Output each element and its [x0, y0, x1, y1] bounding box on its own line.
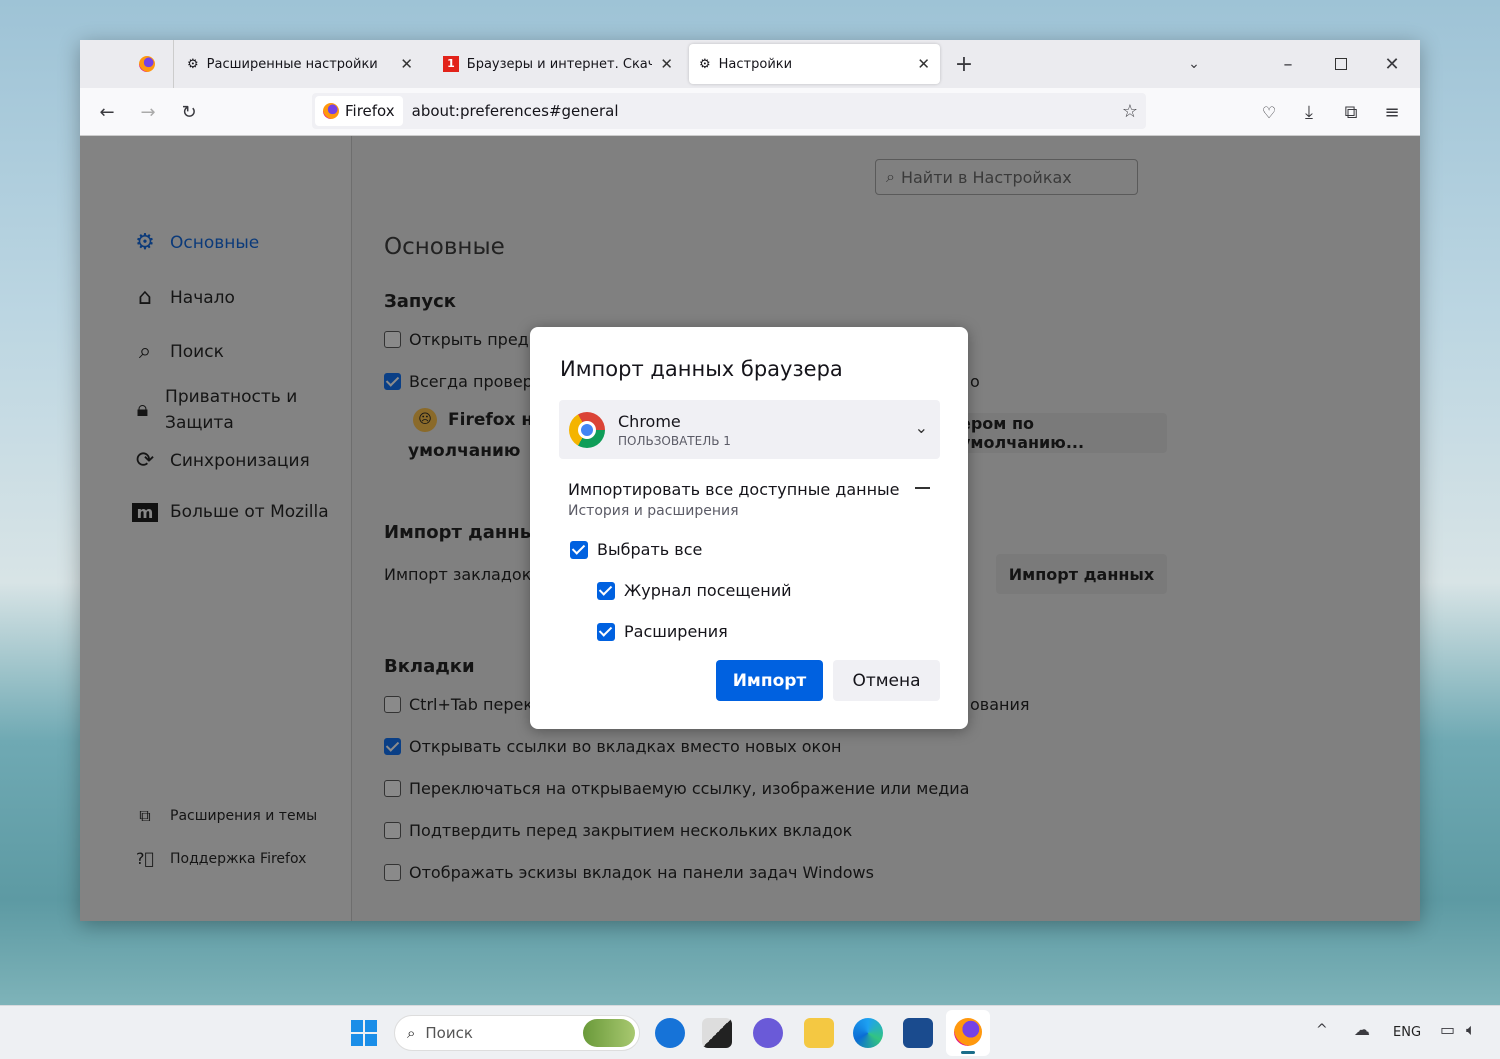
import-dialog: Импорт данных браузера Chrome ПОЛЬЗОВАТЕ… — [530, 327, 968, 729]
download-icon[interactable]: ⤓ — [1297, 100, 1321, 124]
select-all-checkbox[interactable]: Выбрать все — [570, 540, 702, 559]
minimize-icon[interactable]: – — [1276, 52, 1300, 76]
tabs-heading: Вкладки — [384, 656, 475, 677]
tab-advanced-settings[interactable]: ⚙ Расширенные настройки ✕ — [177, 44, 423, 84]
url-bar[interactable]: Firefox about:preferences#general ☆ — [312, 93, 1146, 129]
search-highlight-image — [583, 1019, 635, 1047]
import-button[interactable]: Импорт — [716, 660, 823, 701]
gear-icon: ⚙ — [699, 56, 711, 72]
switch-to-tab-checkbox[interactable]: Переключаться на открываемую ссылку, изо… — [384, 779, 969, 798]
nav-toolbar: ← → ↻ Firefox about:preferences#general … — [80, 88, 1420, 136]
sidebar-item-mozilla[interactable]: m Больше от Mozilla — [132, 502, 329, 522]
collapse-icon[interactable] — [915, 487, 930, 489]
sidebar-item-search[interactable]: ⌕ Поиск — [132, 339, 224, 364]
settings-search-input[interactable]: ⌕ Найти в Настройках — [875, 159, 1138, 195]
gear-icon: ⚙ — [135, 230, 155, 255]
back-icon[interactable]: ← — [95, 100, 119, 124]
network-icon[interactable]: ▭ — [1440, 1020, 1455, 1039]
taskbar: ⌕ Поиск ^ ☁ ENG ▭ 🔈︎ — [0, 1005, 1500, 1059]
language-indicator[interactable]: ENG — [1393, 1025, 1421, 1040]
sidebar-item-privacy[interactable]: 🔒︎ Приватность и Защита — [132, 384, 332, 436]
menu-icon[interactable]: ≡ — [1380, 100, 1404, 124]
firefox-icon — [954, 1018, 982, 1046]
gear-icon: ⚙ — [187, 56, 199, 72]
help-icon: ?⃝ — [135, 849, 155, 868]
taskbar-search[interactable]: ⌕ Поиск — [394, 1015, 640, 1051]
open-links-in-tabs-checkbox[interactable]: Открывать ссылки во вкладках вместо новы… — [384, 737, 841, 756]
close-tab-icon[interactable]: ✕ — [400, 55, 413, 73]
chevron-down-icon: ⌄ — [914, 418, 928, 437]
sync-icon: ⟳ — [135, 448, 155, 473]
search-icon: ⌕ — [407, 1024, 416, 1042]
chrome-icon — [569, 412, 605, 448]
reload-icon[interactable]: ↻ — [177, 100, 201, 124]
cancel-button[interactable]: Отмена — [833, 660, 940, 701]
onedrive-icon[interactable]: ☁ — [1354, 1020, 1370, 1039]
tab-strip: ⚙ Расширенные настройки ✕ 1 Браузеры и и… — [80, 40, 1420, 88]
close-tab-icon[interactable]: ✕ — [917, 55, 930, 73]
url-text[interactable]: about:preferences#general — [412, 102, 619, 120]
edge-icon[interactable] — [853, 1018, 883, 1048]
file-explorer-icon[interactable] — [804, 1018, 834, 1048]
puzzle-icon: ⧉ — [139, 806, 151, 825]
page-title: Основные — [384, 234, 505, 260]
site-favicon-icon: 1 — [443, 56, 459, 72]
list-tabs-chevron-icon[interactable]: ⌄ — [1182, 52, 1206, 76]
dialog-title: Импорт данных браузера — [560, 357, 843, 381]
sidebar-item-sync[interactable]: ⟳ Синхронизация — [132, 448, 310, 473]
firefox-icon — [323, 103, 339, 119]
sad-face-icon: ☹ — [413, 408, 437, 432]
import-heading: Импорт данных — [384, 522, 548, 543]
new-tab-icon[interactable]: + — [952, 52, 976, 77]
extensions-checkbox[interactable]: Расширения — [597, 622, 728, 641]
forward-icon[interactable]: → — [136, 100, 160, 124]
firefox-view-icon[interactable] — [139, 56, 155, 72]
maximize-icon[interactable] — [1335, 58, 1347, 70]
teams-icon[interactable] — [753, 1018, 783, 1048]
settings-sidebar: ⚙ Основные ⌂ Начало ⌕ Поиск 🔒︎ Приватность и… — [80, 136, 352, 921]
store-icon[interactable] — [903, 1018, 933, 1048]
sidebar-item-home[interactable]: ⌂ Начало — [132, 285, 235, 310]
bookmark-star-icon[interactable]: ☆ — [1122, 101, 1138, 122]
tab-settings[interactable]: ⚙ Настройки ✕ — [689, 44, 940, 84]
terminal-icon[interactable] — [702, 1018, 732, 1048]
identity-box[interactable]: Firefox — [315, 96, 403, 126]
close-tab-icon[interactable]: ✕ — [660, 55, 673, 73]
history-checkbox[interactable]: Журнал посещений — [597, 581, 792, 600]
sidebar-item-addons[interactable]: ⧉ Расширения и темы — [132, 806, 317, 826]
startup-heading: Запуск — [384, 291, 456, 312]
browser-select[interactable]: Chrome ПОЛЬЗОВАТЕЛЬ 1 ⌄ — [559, 400, 940, 459]
search-icon: ⌕ — [886, 167, 895, 186]
pocket-icon[interactable]: ♡ — [1257, 100, 1281, 124]
always-check-checkbox[interactable]: Всегда проверя — [384, 372, 542, 391]
volume-icon[interactable]: 🔈︎ — [1466, 1020, 1476, 1040]
warn-close-tabs-checkbox[interactable]: Подтвердить перед закрытием нескольких в… — [384, 821, 852, 840]
taskbar-previews-checkbox[interactable]: Отображать эскизы вкладок на панели зада… — [384, 863, 874, 882]
home-icon: ⌂ — [138, 285, 152, 310]
chevron-up-icon[interactable]: ^ — [1316, 1022, 1328, 1038]
mozilla-icon: m — [132, 502, 158, 522]
make-default-button[interactable]: ером по умолчанию... — [960, 413, 1167, 453]
sidebar-item-general[interactable]: ⚙ Основные — [132, 230, 259, 255]
ctrl-tab-checkbox[interactable]: Ctrl+Tab перекл — [384, 695, 543, 714]
import-data-button[interactable]: Импорт данных — [996, 554, 1167, 594]
firefox-taskbar-button[interactable] — [946, 1010, 990, 1056]
lock-icon: 🔒︎ — [136, 397, 149, 422]
tab-browsers[interactable]: 1 Браузеры и интернет. Скачать ✕ — [433, 44, 683, 84]
sidebar-item-support[interactable]: ?⃝ Поддержка Firefox — [132, 849, 306, 868]
open-previous-checkbox[interactable]: Открыть преды — [384, 330, 541, 349]
search-icon: ⌕ — [138, 339, 152, 364]
extensions-icon[interactable]: ⧉ — [1339, 100, 1363, 124]
start-icon[interactable] — [351, 1020, 377, 1046]
outlook-pre-icon[interactable] — [655, 1018, 685, 1048]
close-window-icon[interactable]: ✕ — [1380, 52, 1404, 76]
